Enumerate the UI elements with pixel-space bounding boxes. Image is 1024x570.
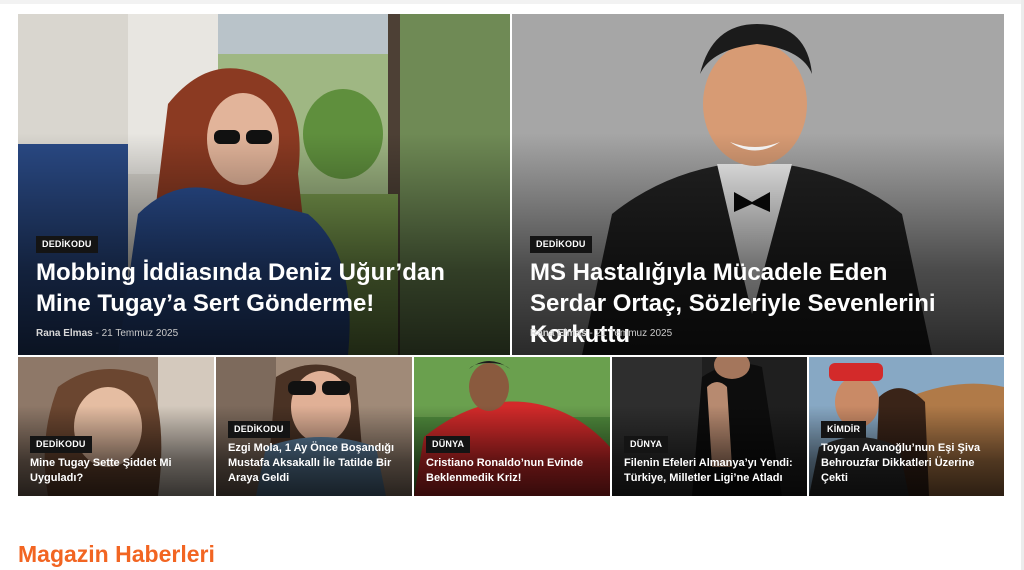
category-badge[interactable]: DEDİKODU: [228, 421, 290, 438]
publish-date: 21 Temmuz 2025: [595, 328, 673, 339]
headline[interactable]: Filenin Efeleri Almanya’yı Yendi: Türkiy…: [624, 456, 802, 486]
author-name[interactable]: Rana Elmas: [36, 328, 93, 339]
grid-article-2[interactable]: DEDİKODU Ezgi Mola, 1 Ay Önce Boşandığı …: [216, 357, 412, 496]
article-meta: Rana Elmas - 21 Temmuz 2025: [36, 328, 178, 339]
category-badge[interactable]: DEDİKODU: [30, 436, 92, 453]
author-name[interactable]: Rana Elmas: [530, 328, 587, 339]
category-badge[interactable]: KİMDİR: [821, 421, 867, 438]
grid-article-4[interactable]: DÜNYA Filenin Efeleri Almanya’yı Yendi: …: [612, 357, 807, 496]
section-title[interactable]: Magazin Haberleri: [18, 539, 215, 569]
article-meta: Rana Elmas - 21 Temmuz 2025: [530, 328, 672, 339]
category-badge[interactable]: DEDİKODU: [36, 236, 98, 253]
category-badge[interactable]: DÜNYA: [624, 436, 669, 453]
grid-article-3[interactable]: DÜNYA Cristiano Ronaldo’nun Evinde Bekle…: [414, 357, 610, 496]
headline[interactable]: Mobbing İddiasında Deniz Uğur’dan Mine T…: [36, 257, 466, 319]
headline[interactable]: Cristiano Ronaldo’nun Evinde Beklenmedik…: [426, 456, 602, 486]
featured-article-2[interactable]: DEDİKODU MS Hastalığıyla Mücadele Eden S…: [512, 14, 1004, 355]
grid-article-5[interactable]: KİMDİR Toygan Avanoğlu’nun Eşi Şiva Behr…: [809, 357, 1004, 496]
meta-separator: -: [95, 328, 99, 339]
headline[interactable]: Ezgi Mola, 1 Ay Önce Boşandığı Mustafa A…: [228, 441, 404, 486]
featured-article-1[interactable]: DEDİKODU Mobbing İddiasında Deniz Uğur’d…: [18, 14, 510, 355]
category-badge[interactable]: DÜNYA: [426, 436, 471, 453]
publish-date: 21 Temmuz 2025: [101, 328, 179, 339]
headline[interactable]: Toygan Avanoğlu’nun Eşi Şiva Behrouzfar …: [821, 441, 999, 486]
headline[interactable]: Mine Tugay Sette Şiddet Mi Uyguladı?: [30, 456, 190, 486]
meta-separator: -: [589, 328, 593, 339]
category-badge[interactable]: DEDİKODU: [530, 236, 592, 253]
top-divider: [0, 0, 1024, 4]
grid-article-1[interactable]: DEDİKODU Mine Tugay Sette Şiddet Mi Uygu…: [18, 357, 214, 496]
